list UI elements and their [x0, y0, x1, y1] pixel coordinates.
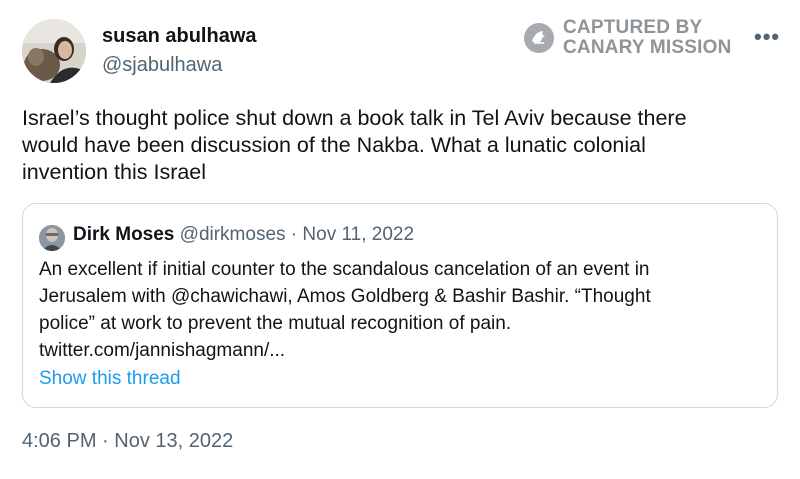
author-avatar[interactable] — [22, 19, 86, 83]
author-name[interactable]: susan abulhawa — [102, 25, 257, 48]
quoted-avatar-photo — [39, 225, 65, 251]
more-options-button[interactable]: ••• — [754, 24, 780, 50]
author-handle[interactable]: @sjabulhawa — [102, 54, 222, 77]
canary-mission-watermark: CAPTURED BY CANARY MISSION — [523, 18, 732, 58]
quoted-text-line: police” at work to prevent the mutual re… — [39, 313, 512, 334]
quoted-author-avatar — [39, 225, 65, 251]
watermark-line-1: CAPTURED BY — [563, 17, 703, 38]
tweet-card: susan abulhawa @sjabulhawa CAPTURED BY C… — [0, 0, 800, 479]
tweet-text: Israel’s thought police shut down a book… — [22, 105, 782, 186]
tweet-text-line: invention this Israel — [22, 160, 207, 184]
avatar-photo — [22, 19, 86, 83]
quoted-text-line: An excellent if initial counter to the s… — [39, 259, 650, 280]
quoted-author-name: Dirk Moses — [73, 224, 175, 245]
quoted-tweet-header: Dirk Moses @dirkmoses · Nov 11, 2022 — [73, 224, 414, 246]
tweet-timestamp[interactable]: 4:06 PM · Nov 13, 2022 — [22, 430, 233, 453]
watermark-line-2: CANARY MISSION — [563, 37, 732, 58]
quoted-tweet-text: An excellent if initial counter to the s… — [39, 256, 759, 364]
quoted-tweet[interactable]: Dirk Moses @dirkmoses · Nov 11, 2022 An … — [22, 203, 778, 408]
canary-mission-logo-icon — [524, 23, 554, 53]
quoted-text-line: Jerusalem with @chawichawi, Amos Goldber… — [39, 286, 651, 307]
tweet-text-line: would have been discussion of the Nakba.… — [22, 133, 646, 157]
show-thread-link[interactable]: Show this thread — [39, 368, 181, 390]
tweet-text-line: Israel’s thought police shut down a book… — [22, 106, 687, 130]
quoted-text-line: twitter.com/jannishagmann/... — [39, 340, 286, 361]
quoted-author-meta: @dirkmoses · Nov 11, 2022 — [179, 224, 415, 245]
watermark-text: CAPTURED BY CANARY MISSION — [563, 18, 732, 58]
